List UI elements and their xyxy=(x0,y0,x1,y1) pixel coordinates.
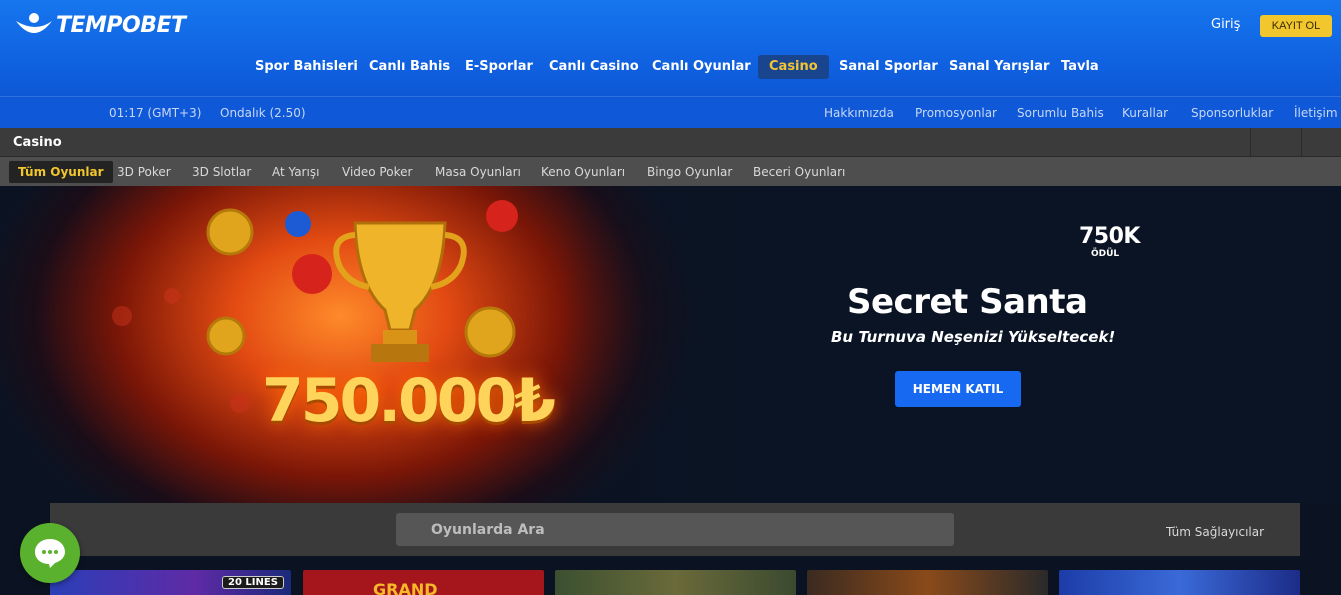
nav-item-casino[interactable]: Casino xyxy=(758,55,829,79)
register-button[interactable]: KAYIT OL xyxy=(1260,15,1332,37)
tab-3d-slotlar[interactable]: 3D Slotlar xyxy=(192,161,251,183)
tab-keno-oyunlari[interactable]: Keno Oyunları xyxy=(541,161,625,183)
odds-format-selector[interactable]: Ondalık (2.50) xyxy=(220,106,306,120)
prize-label: ÖDÜL xyxy=(1091,249,1120,259)
game-tile[interactable] xyxy=(807,570,1048,595)
swoosh-logo-icon xyxy=(16,13,52,33)
join-now-button[interactable]: HEMEN KATIL xyxy=(895,371,1021,407)
nav-item-sanal-yarislar[interactable]: Sanal Yarışlar xyxy=(949,55,1049,79)
nav-item-canli-oyunlar[interactable]: Canlı Oyunlar xyxy=(652,55,751,79)
prize-amount-graphic: 750.000₺ xyxy=(262,366,556,436)
promo-title: Secret Santa xyxy=(847,282,1088,322)
section-title-bar: Casino xyxy=(0,128,1341,157)
nav-item-tavla[interactable]: Tavla xyxy=(1061,55,1099,79)
tab-beceri-oyunlari[interactable]: Beceri Oyunları xyxy=(753,161,845,183)
category-tabs: Tüm Oyunlar 3D Poker 3D Slotlar At Yarış… xyxy=(0,157,1341,186)
nav-item-canli-casino[interactable]: Canlı Casino xyxy=(549,55,639,79)
trophy-icon xyxy=(333,221,467,362)
promo-subtitle: Bu Turnuva Neşenizi Yükseltecek! xyxy=(831,328,1116,346)
login-link[interactable]: Giriş xyxy=(1211,17,1240,32)
games-grid: 20 LINES GRAND xyxy=(0,556,1341,595)
logo-text: TEMPOBET xyxy=(56,12,186,38)
info-bar: 01:17 (GMT+3) Ondalık (2.50) Hakkımızda … xyxy=(0,96,1341,128)
banner-decoration-icon xyxy=(112,200,518,413)
main-nav: Spor Bahisleri Canlı Bahis E-Sporlar Can… xyxy=(0,55,1341,79)
game-tile[interactable]: GRAND xyxy=(303,570,544,595)
tab-bingo-oyunlar[interactable]: Bingo Oyunlar xyxy=(647,161,732,183)
divider xyxy=(1301,128,1302,157)
search-input[interactable] xyxy=(396,513,954,546)
info-link-about[interactable]: Hakkımızda xyxy=(824,106,894,120)
live-chat-button[interactable] xyxy=(20,523,80,583)
divider xyxy=(1250,128,1251,157)
info-link-promotions[interactable]: Promosyonlar xyxy=(915,106,997,120)
tab-video-poker[interactable]: Video Poker xyxy=(342,161,412,183)
game-tile[interactable]: 20 LINES xyxy=(50,570,291,595)
tab-masa-oyunlari[interactable]: Masa Oyunları xyxy=(435,161,521,183)
game-tile-label: 20 LINES xyxy=(222,576,284,589)
logo[interactable]: TEMPOBET xyxy=(14,10,186,40)
chat-bubble-icon xyxy=(35,539,65,568)
game-tile-label: GRAND xyxy=(373,580,438,595)
nav-item-spor-bahisleri[interactable]: Spor Bahisleri xyxy=(255,55,358,79)
nav-item-e-sporlar[interactable]: E-Sporlar xyxy=(465,55,533,79)
providers-dropdown[interactable]: Tüm Sağlayıcılar xyxy=(1166,525,1264,539)
tab-3d-poker[interactable]: 3D Poker xyxy=(117,161,171,183)
nav-item-canli-bahis[interactable]: Canlı Bahis xyxy=(369,55,450,79)
page-title: Casino xyxy=(13,135,62,150)
tab-at-yarisi[interactable]: At Yarışı xyxy=(272,161,319,183)
info-link-contact[interactable]: İletişim xyxy=(1294,106,1338,120)
site-header: TEMPOBET Giriş KAYIT OL Spor Bahisleri C… xyxy=(0,0,1341,128)
nav-item-sanal-sporlar[interactable]: Sanal Sporlar xyxy=(839,55,938,79)
info-link-rules[interactable]: Kurallar xyxy=(1122,106,1168,120)
game-tile[interactable] xyxy=(1059,570,1300,595)
game-tile[interactable] xyxy=(555,570,796,595)
info-link-sponsors[interactable]: Sponsorluklar xyxy=(1191,106,1273,120)
tab-tum-oyunlar[interactable]: Tüm Oyunlar xyxy=(9,161,113,183)
prize-short: 750K xyxy=(1079,224,1140,249)
info-link-responsible[interactable]: Sorumlu Bahis xyxy=(1017,106,1104,120)
clock-display: 01:17 (GMT+3) xyxy=(109,106,202,120)
